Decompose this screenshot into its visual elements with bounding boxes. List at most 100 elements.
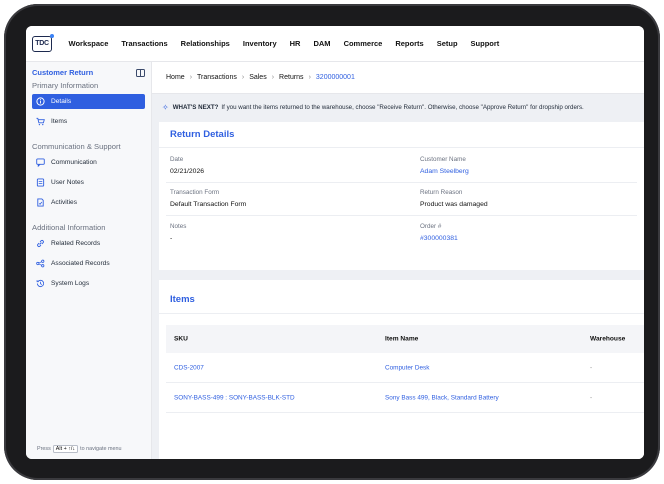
- main-menu: Workspace Transactions Relationships Inv…: [62, 39, 506, 48]
- sku-link[interactable]: CDS-2007: [174, 364, 204, 371]
- menu-commerce[interactable]: Commerce: [337, 39, 389, 48]
- items-title: Items: [170, 294, 195, 305]
- top-navigation: TDC Workspace Transactions Relationships…: [26, 26, 644, 62]
- logo-text: TDC: [35, 40, 49, 47]
- sidebar-item-associated-records[interactable]: Associated Records: [32, 256, 145, 271]
- column-header-sku[interactable]: SKU: [174, 336, 188, 343]
- breadcrumb-transactions[interactable]: Transactions: [197, 74, 237, 81]
- menu-support[interactable]: Support: [464, 39, 506, 48]
- sidebar-section-primary: Primary Information: [32, 81, 99, 90]
- sidebar-section-additional: Additional Information: [32, 223, 106, 232]
- keyboard-shortcut-badge: Alt + ↑/↓: [52, 445, 79, 453]
- item-name-link[interactable]: Computer Desk: [385, 364, 429, 371]
- field-label: Return Reason: [420, 189, 463, 196]
- column-header-item-name[interactable]: Item Name: [385, 336, 418, 343]
- sidebar-collapse-icon[interactable]: [136, 68, 145, 77]
- divider: [159, 313, 644, 314]
- sidebar-item-user-notes[interactable]: User Notes: [32, 175, 145, 190]
- return-details-title: Return Details: [170, 129, 235, 140]
- activity-icon: [36, 198, 45, 207]
- sidebar-item-label: System Logs: [51, 280, 90, 287]
- main-content: Home › Transactions › Sales › Returns › …: [152, 62, 644, 459]
- menu-reports[interactable]: Reports: [389, 39, 430, 48]
- logo-dot: [50, 33, 54, 38]
- chevron-right-icon: ›: [189, 74, 193, 81]
- field-value: Default Transaction Form: [170, 201, 247, 208]
- menu-workspace[interactable]: Workspace: [62, 39, 115, 48]
- sidebar-item-label: Items: [51, 118, 68, 125]
- menu-hr[interactable]: HR: [283, 39, 307, 48]
- menu-relationships[interactable]: Relationships: [174, 39, 236, 48]
- divider: [159, 147, 644, 148]
- customer-name-link[interactable]: Adam Steelberg: [420, 168, 469, 175]
- breadcrumb-returns[interactable]: Returns: [279, 74, 304, 81]
- item-name-link[interactable]: Sony Bass 499, Black, Standard Battery: [385, 394, 499, 401]
- info-icon: [36, 97, 45, 106]
- field-value: 02/21/2026: [170, 168, 205, 175]
- field-label: Customer Name: [420, 156, 466, 163]
- menu-dam[interactable]: DAM: [307, 39, 337, 48]
- breadcrumb-home[interactable]: Home: [166, 74, 185, 81]
- link-icon: [36, 239, 45, 248]
- history-icon: [36, 279, 45, 288]
- tdc-logo[interactable]: TDC: [32, 33, 54, 52]
- table-row: SONY-BASS-499 : SONY-BASS-BLK-STD Sony B…: [166, 383, 644, 413]
- keyboard-hint-prefix: Press: [37, 446, 51, 452]
- sidebar-item-label: Activities: [51, 199, 78, 206]
- chevron-right-icon: ›: [308, 74, 311, 81]
- sidebar-item-label: Details: [51, 98, 72, 105]
- chevron-right-icon: ›: [241, 74, 245, 81]
- field-label: Transaction Form: [170, 189, 220, 196]
- sidebar-section-communication: Communication & Support: [32, 142, 121, 151]
- keyboard-hint-suffix: to navigate menu: [80, 446, 122, 452]
- table-row: CDS-2007 Computer Desk -: [166, 353, 644, 383]
- field-transaction-form: Transaction Form Default Transaction For…: [170, 189, 246, 208]
- tablet-frame: TDC Workspace Transactions Relationships…: [4, 4, 660, 480]
- sidebar-item-system-logs[interactable]: System Logs: [32, 276, 145, 291]
- field-customer-name: Customer Name Adam Steelberg: [420, 156, 469, 175]
- sidebar-item-details[interactable]: Details: [32, 94, 145, 109]
- whats-next-title: WHAT'S NEXT?: [172, 103, 219, 111]
- row-divider: [166, 182, 637, 183]
- breadcrumb-current: 3200000001: [315, 74, 355, 81]
- field-label: Notes: [170, 223, 187, 230]
- items-table-header: SKU Item Name Warehouse: [166, 325, 644, 353]
- return-details-card: Return Details Date 02/21/2026 Customer …: [159, 122, 644, 270]
- items-card: Items SKU Item Name Warehouse CDS-2007 C…: [159, 280, 644, 459]
- sidebar-title: Customer Return: [32, 68, 94, 77]
- sidebar-item-related-records[interactable]: Related Records: [32, 236, 145, 251]
- field-value: -: [170, 235, 173, 242]
- field-notes: Notes -: [170, 223, 186, 242]
- order-number-link[interactable]: #300000381: [420, 235, 458, 242]
- sidebar-item-communication[interactable]: Communication: [32, 155, 145, 170]
- field-order-number: Order # #300000381: [420, 223, 458, 242]
- field-date: Date 02/21/2026: [170, 156, 204, 175]
- chevron-right-icon: ›: [271, 74, 275, 81]
- cart-icon: [36, 117, 45, 126]
- breadcrumb-sales[interactable]: Sales: [249, 74, 267, 81]
- sparkle-icon: ✧: [162, 102, 169, 112]
- menu-transactions[interactable]: Transactions: [115, 39, 174, 48]
- row-divider: [166, 215, 637, 216]
- sidebar: Customer Return Primary Information Deta…: [26, 62, 152, 459]
- chat-icon: [36, 158, 45, 167]
- menu-setup[interactable]: Setup: [430, 39, 464, 48]
- sidebar-item-label: Related Records: [51, 240, 101, 247]
- sidebar-item-label: Associated Records: [51, 260, 110, 267]
- sku-link[interactable]: SONY-BASS-499 : SONY-BASS-BLK-STD: [174, 394, 295, 401]
- field-return-reason: Return Reason Product was damaged: [420, 189, 488, 208]
- sidebar-item-items[interactable]: Items: [32, 114, 145, 129]
- whats-next-text: If you want the items returned to the wa…: [221, 103, 584, 111]
- keyboard-hint: Press Alt + ↑/↓ to navigate menu: [37, 445, 121, 453]
- menu-inventory[interactable]: Inventory: [236, 39, 283, 48]
- warehouse-value: -: [590, 394, 593, 401]
- column-header-warehouse[interactable]: Warehouse: [590, 336, 625, 343]
- screen: TDC Workspace Transactions Relationships…: [26, 26, 644, 459]
- field-value: Product was damaged: [420, 201, 488, 208]
- sidebar-item-activities[interactable]: Activities: [32, 195, 145, 210]
- warehouse-value: -: [590, 364, 593, 371]
- field-label: Order #: [420, 223, 442, 230]
- sidebar-item-label: Communication: [51, 159, 97, 166]
- sidebar-header: Customer Return: [26, 62, 151, 77]
- whats-next-banner: ✧ WHAT'S NEXT? If you want the items ret…: [152, 94, 644, 120]
